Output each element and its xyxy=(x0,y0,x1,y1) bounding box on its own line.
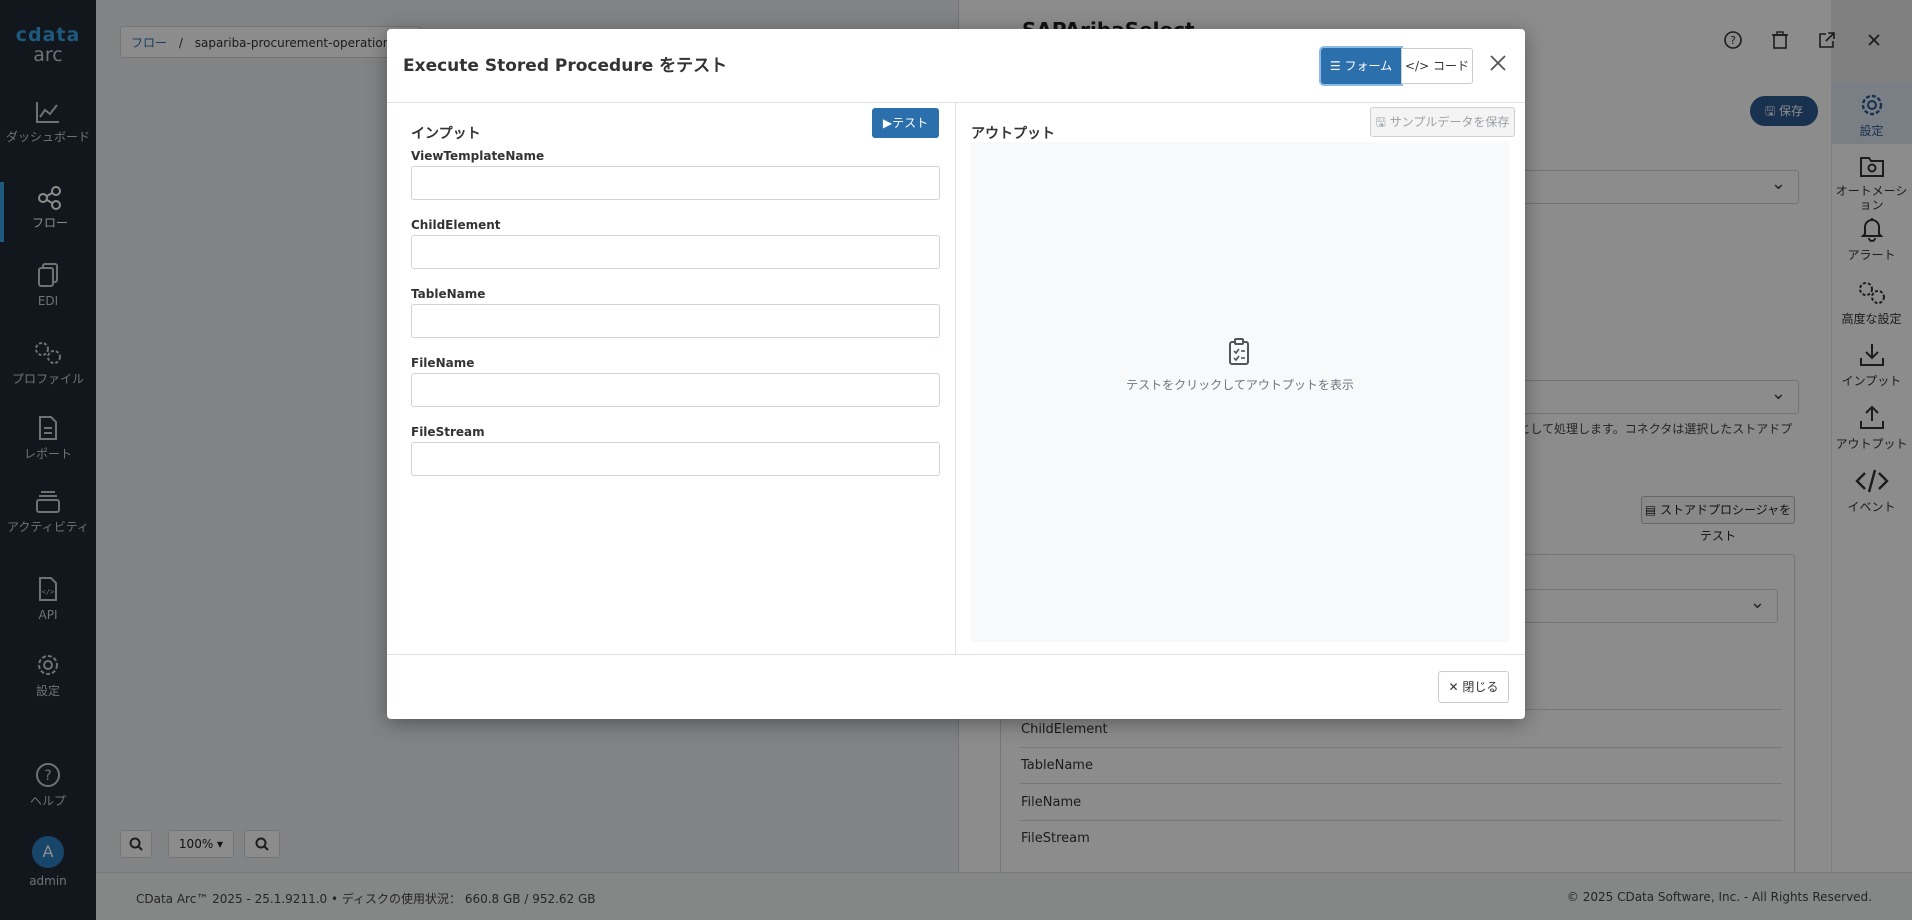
field-label: ChildElement xyxy=(411,218,501,232)
output-area: テストをクリックしてアウトプットを表示 xyxy=(971,142,1509,642)
modal-title: Execute Stored Procedure をテスト xyxy=(403,56,728,76)
close-label: 閉じる xyxy=(1462,680,1499,694)
viewtemplatename-input[interactable] xyxy=(411,166,940,200)
form-label: フォーム xyxy=(1344,59,1393,73)
close-icon: ✕ xyxy=(1448,680,1463,694)
tablename-input[interactable] xyxy=(411,304,940,338)
field-label: FileStream xyxy=(411,425,485,439)
close-button[interactable]: ✕ 閉じる xyxy=(1438,671,1509,703)
modal-header: Execute Stored Procedure をテスト ☰ フォーム </>… xyxy=(387,29,1525,103)
test-label: テスト xyxy=(892,116,929,130)
save-sample-label: サンプルデータを保存 xyxy=(1389,115,1510,129)
childelement-input[interactable] xyxy=(411,235,940,269)
play-icon: ▶ xyxy=(882,116,893,130)
field-label: TableName xyxy=(411,287,486,301)
save-icon: 🖫 xyxy=(1375,115,1390,129)
code-icon: </> xyxy=(1405,59,1433,73)
output-heading: アウトプット xyxy=(971,126,1055,142)
code-label: コード xyxy=(1432,59,1469,73)
close-icon[interactable] xyxy=(1487,54,1509,76)
list-icon: ☰ xyxy=(1329,59,1345,73)
modal-footer: ✕ 閉じる xyxy=(387,654,1525,719)
code-view-button[interactable]: </> コード xyxy=(1401,48,1473,84)
test-stored-procedure-dialog: Execute Stored Procedure をテスト ☰ フォーム </>… xyxy=(387,29,1525,719)
field-label: FileName xyxy=(411,356,475,370)
save-sample-data-button[interactable]: 🖫 サンプルデータを保存 xyxy=(1370,107,1515,137)
filename-input[interactable] xyxy=(411,373,940,407)
input-heading: インプット xyxy=(411,126,481,142)
clipboard-check-icon xyxy=(1229,338,1249,365)
test-button[interactable]: ▶テスト xyxy=(872,108,939,138)
output-column: アウトプット 🖫 サンプルデータを保存 テストをクリックしてアウトプットを表示 xyxy=(956,103,1525,654)
modal-body: インプット ▶テスト ViewTemplateName ChildElement… xyxy=(387,103,1525,654)
filestream-input[interactable] xyxy=(411,442,940,476)
form-view-button[interactable]: ☰ フォーム xyxy=(1321,48,1401,84)
input-column: インプット ▶テスト ViewTemplateName ChildElement… xyxy=(387,103,956,654)
output-empty-hint: テストをクリックしてアウトプットを表示 xyxy=(1126,378,1354,392)
field-label: ViewTemplateName xyxy=(411,149,545,163)
view-toggle: ☰ フォーム </> コード xyxy=(1321,48,1473,84)
